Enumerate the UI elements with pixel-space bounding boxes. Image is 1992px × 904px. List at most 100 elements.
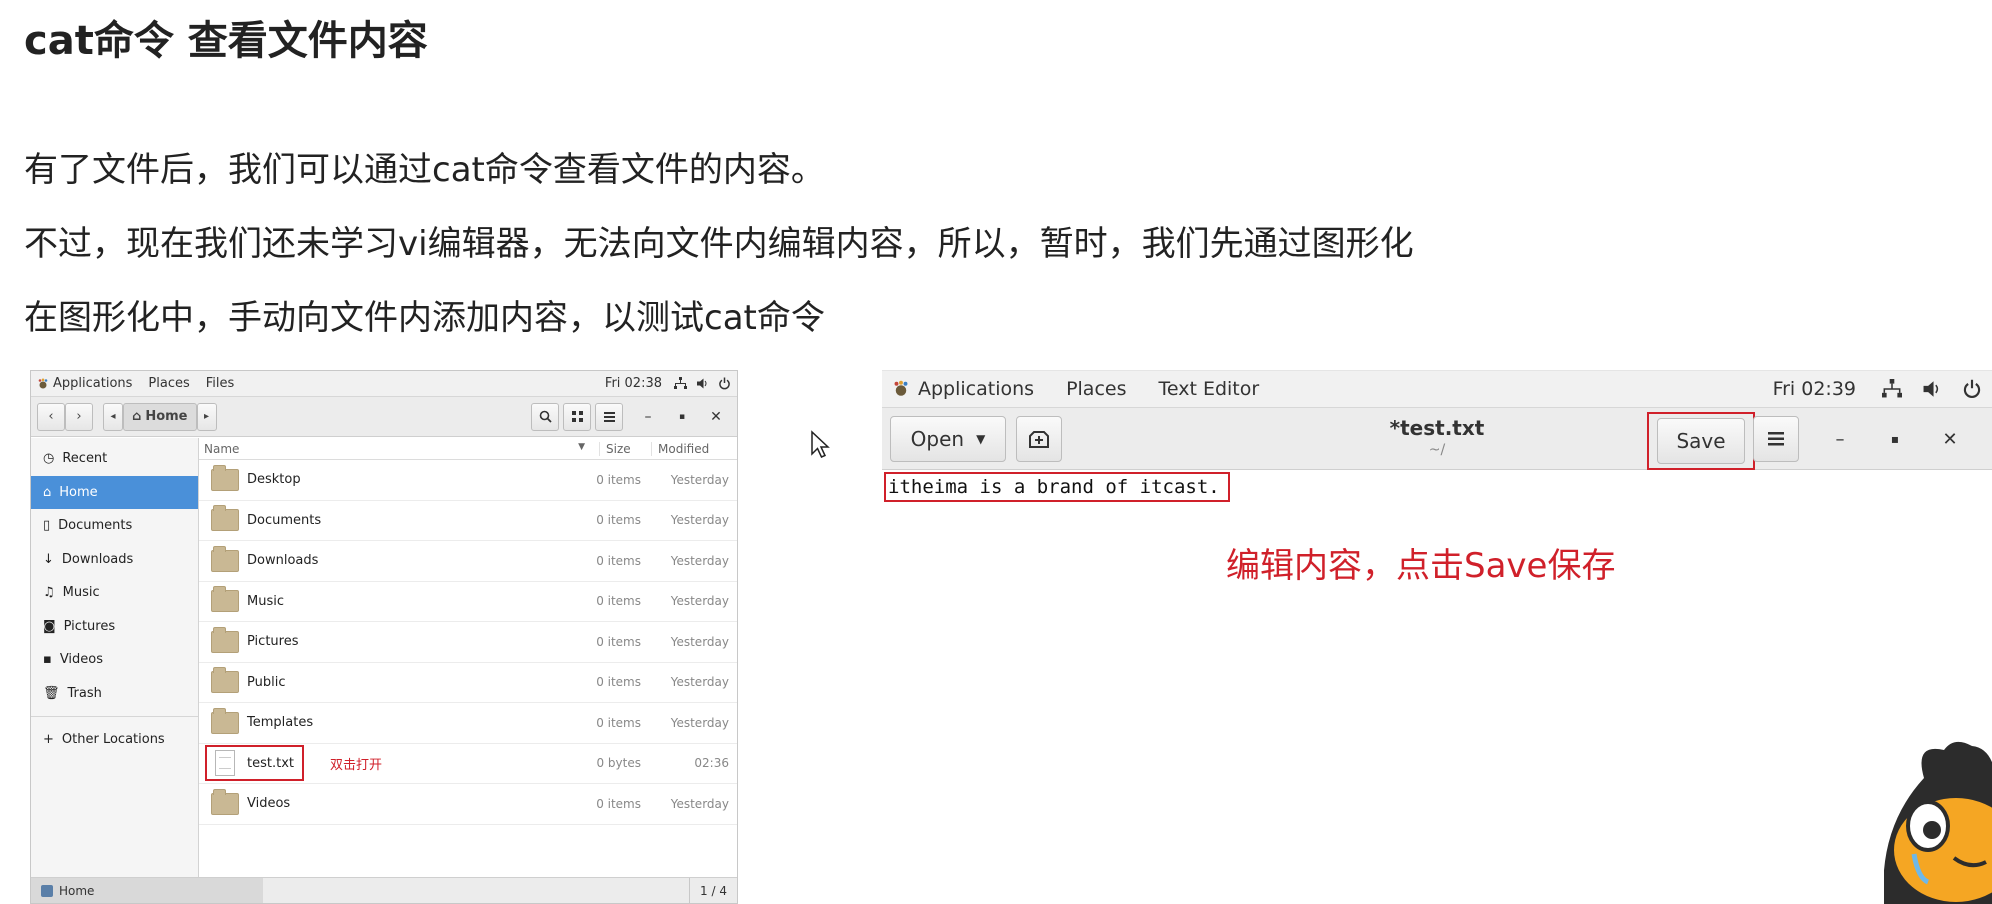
- text-file-icon: [215, 750, 235, 777]
- volume-icon: [697, 378, 707, 389]
- sidebar-item-downloads[interactable]: ↓ Downloads: [31, 543, 198, 577]
- sidebar-item-label: Pictures: [63, 618, 116, 634]
- path-right-arrow-button[interactable]: ▸: [196, 402, 217, 431]
- sidebar-item-pictures[interactable]: ◙ Pictures: [31, 610, 198, 644]
- file-size: 0 items: [596, 675, 641, 690]
- file-size: 0 bytes: [596, 756, 641, 771]
- network-icon: [674, 377, 687, 389]
- file-name: Desktop: [247, 472, 301, 488]
- file-modified: Yesterday: [670, 715, 729, 730]
- file-modified: Yesterday: [670, 634, 729, 649]
- file-row-documents[interactable]: Documents 0 items Yesterday: [199, 501, 737, 541]
- folder-icon: [211, 505, 239, 532]
- folder-icon: [211, 464, 239, 491]
- caret-left-icon: ◂: [110, 411, 116, 422]
- caret-right-icon: ▸: [203, 411, 210, 422]
- file-row-pictures[interactable]: Pictures 0 items Yesterday: [199, 622, 737, 663]
- file-row-desktop[interactable]: Desktop 0 items Yesterday: [199, 460, 737, 501]
- sidebar-item-other-locations[interactable]: + Other Locations: [31, 723, 198, 757]
- column-size-header[interactable]: Size: [599, 441, 651, 456]
- mouse-cursor-icon: [811, 430, 830, 458]
- ed-system-tray[interactable]: [1882, 379, 1982, 399]
- sidebar-item-label: Music: [62, 585, 100, 601]
- fm-places-menu[interactable]: Places: [148, 376, 189, 391]
- sidebar-item-recent[interactable]: ◷ Recent: [31, 442, 198, 476]
- column-modified-header[interactable]: Modified: [651, 441, 737, 456]
- back-button[interactable]: ‹: [37, 402, 65, 431]
- file-list-header: Name ▼ Size Modified: [199, 438, 737, 460]
- ed-text-editor-menu[interactable]: Text Editor: [1158, 378, 1259, 400]
- home-icon: ⌂: [132, 409, 142, 424]
- file-row-public[interactable]: Public 0 items Yesterday: [199, 663, 737, 703]
- ed-maximize-button[interactable]: ▪: [1872, 416, 1918, 462]
- fm-applications-menu[interactable]: Applications: [37, 376, 132, 391]
- column-name-header[interactable]: Name ▼: [199, 442, 599, 456]
- fm-applications-label: Applications: [53, 376, 133, 391]
- fm-clock[interactable]: Fri 02:38: [605, 376, 662, 391]
- menu-button[interactable]: [595, 402, 623, 431]
- file-manager-window: Applications Places Files Fri 02:38 ‹ › …: [30, 370, 738, 904]
- close-icon: ✕: [1942, 428, 1958, 450]
- folder-icon: [211, 545, 239, 572]
- sidebar-item-documents[interactable]: ▯ Documents: [31, 509, 198, 543]
- mascot-avatar: [1884, 741, 1992, 904]
- minimize-icon: –: [644, 408, 652, 425]
- file-modified: Yesterday: [670, 553, 729, 568]
- file-modified: 02:36: [694, 756, 729, 771]
- sidebar-item-home[interactable]: ⌂ Home: [31, 475, 198, 509]
- maximize-button[interactable]: ▪: [667, 403, 697, 431]
- grid-view-button[interactable]: [563, 402, 591, 431]
- minimize-button[interactable]: –: [633, 403, 663, 431]
- save-button[interactable]: Save: [1657, 418, 1745, 464]
- fm-system-tray[interactable]: [674, 377, 731, 390]
- ed-clock[interactable]: Fri 02:39: [1773, 378, 1856, 400]
- folder-icon: [211, 586, 239, 613]
- column-name-label: Name: [204, 441, 240, 456]
- taskbar-home-label: Home: [59, 883, 95, 898]
- file-size: 0 items: [596, 715, 641, 730]
- file-row-music[interactable]: Music 0 items Yesterday: [199, 582, 737, 622]
- path-left-arrow-button[interactable]: ◂: [103, 402, 123, 431]
- sidebar-item-label: Videos: [59, 652, 104, 668]
- sidebar-item-trash[interactable]: 🗑︎ Trash: [31, 677, 198, 711]
- close-button[interactable]: ✕: [701, 403, 731, 431]
- power-icon: [1963, 379, 1981, 398]
- camera-icon: ◙: [43, 618, 56, 634]
- file-row-test-txt[interactable]: test.txt 双击打开 0 bytes 02:36: [199, 744, 737, 784]
- folder-window-icon: [41, 884, 53, 897]
- sidebar-item-videos[interactable]: ▪ Videos: [31, 643, 198, 677]
- taskbar-home-item[interactable]: Home: [31, 878, 263, 903]
- ed-minimize-button[interactable]: –: [1817, 416, 1863, 462]
- folder-icon: [211, 788, 239, 815]
- home-icon: ⌂: [43, 484, 52, 500]
- ed-places-menu[interactable]: Places: [1066, 378, 1126, 400]
- folder-icon: [211, 667, 239, 694]
- paragraph-3: 在图形化中，手动向文件内添加内容，以测试cat命令: [24, 298, 825, 338]
- test-file-highlight: test.txt: [205, 745, 304, 782]
- search-icon: [539, 410, 552, 423]
- file-row-downloads[interactable]: Downloads 0 items Yesterday: [199, 541, 737, 582]
- workspace-indicator[interactable]: 1 / 4: [689, 878, 737, 903]
- fm-top-bar: Applications Places Files Fri 02:38: [31, 371, 737, 397]
- ed-close-button[interactable]: ✕: [1927, 416, 1973, 462]
- volume-icon: [1923, 381, 1939, 397]
- text-editor-window: Applications Places Text Editor Fri 02:3…: [882, 370, 1992, 650]
- ed-applications-menu[interactable]: Applications: [892, 378, 1034, 400]
- fm-files-menu[interactable]: Files: [206, 376, 235, 391]
- ed-menu-button[interactable]: [1753, 416, 1799, 462]
- ed-toolbar: Open ▼ *test.txt ~/ Save – ▪ ✕: [882, 408, 1992, 470]
- file-size: 0 items: [596, 553, 641, 568]
- sidebar-item-label: Home: [59, 484, 98, 500]
- file-row-templates[interactable]: Templates 0 items Yesterday: [199, 703, 737, 744]
- close-icon: ✕: [710, 408, 722, 425]
- search-button[interactable]: [531, 402, 559, 431]
- open-button[interactable]: Open ▼: [890, 415, 1006, 462]
- editor-text-content[interactable]: itheima is a brand of itcast.: [884, 472, 1230, 502]
- path-home-button[interactable]: ⌂ Home: [123, 402, 197, 431]
- sidebar-item-music[interactable]: ♫ Music: [31, 576, 198, 610]
- path-home-label: Home: [145, 409, 188, 424]
- forward-button[interactable]: ›: [65, 402, 93, 431]
- new-document-button[interactable]: [1016, 415, 1062, 462]
- file-row-videos[interactable]: Videos 0 items Yesterday: [199, 784, 737, 825]
- slide-title: cat命令 查看文件内容: [24, 18, 428, 64]
